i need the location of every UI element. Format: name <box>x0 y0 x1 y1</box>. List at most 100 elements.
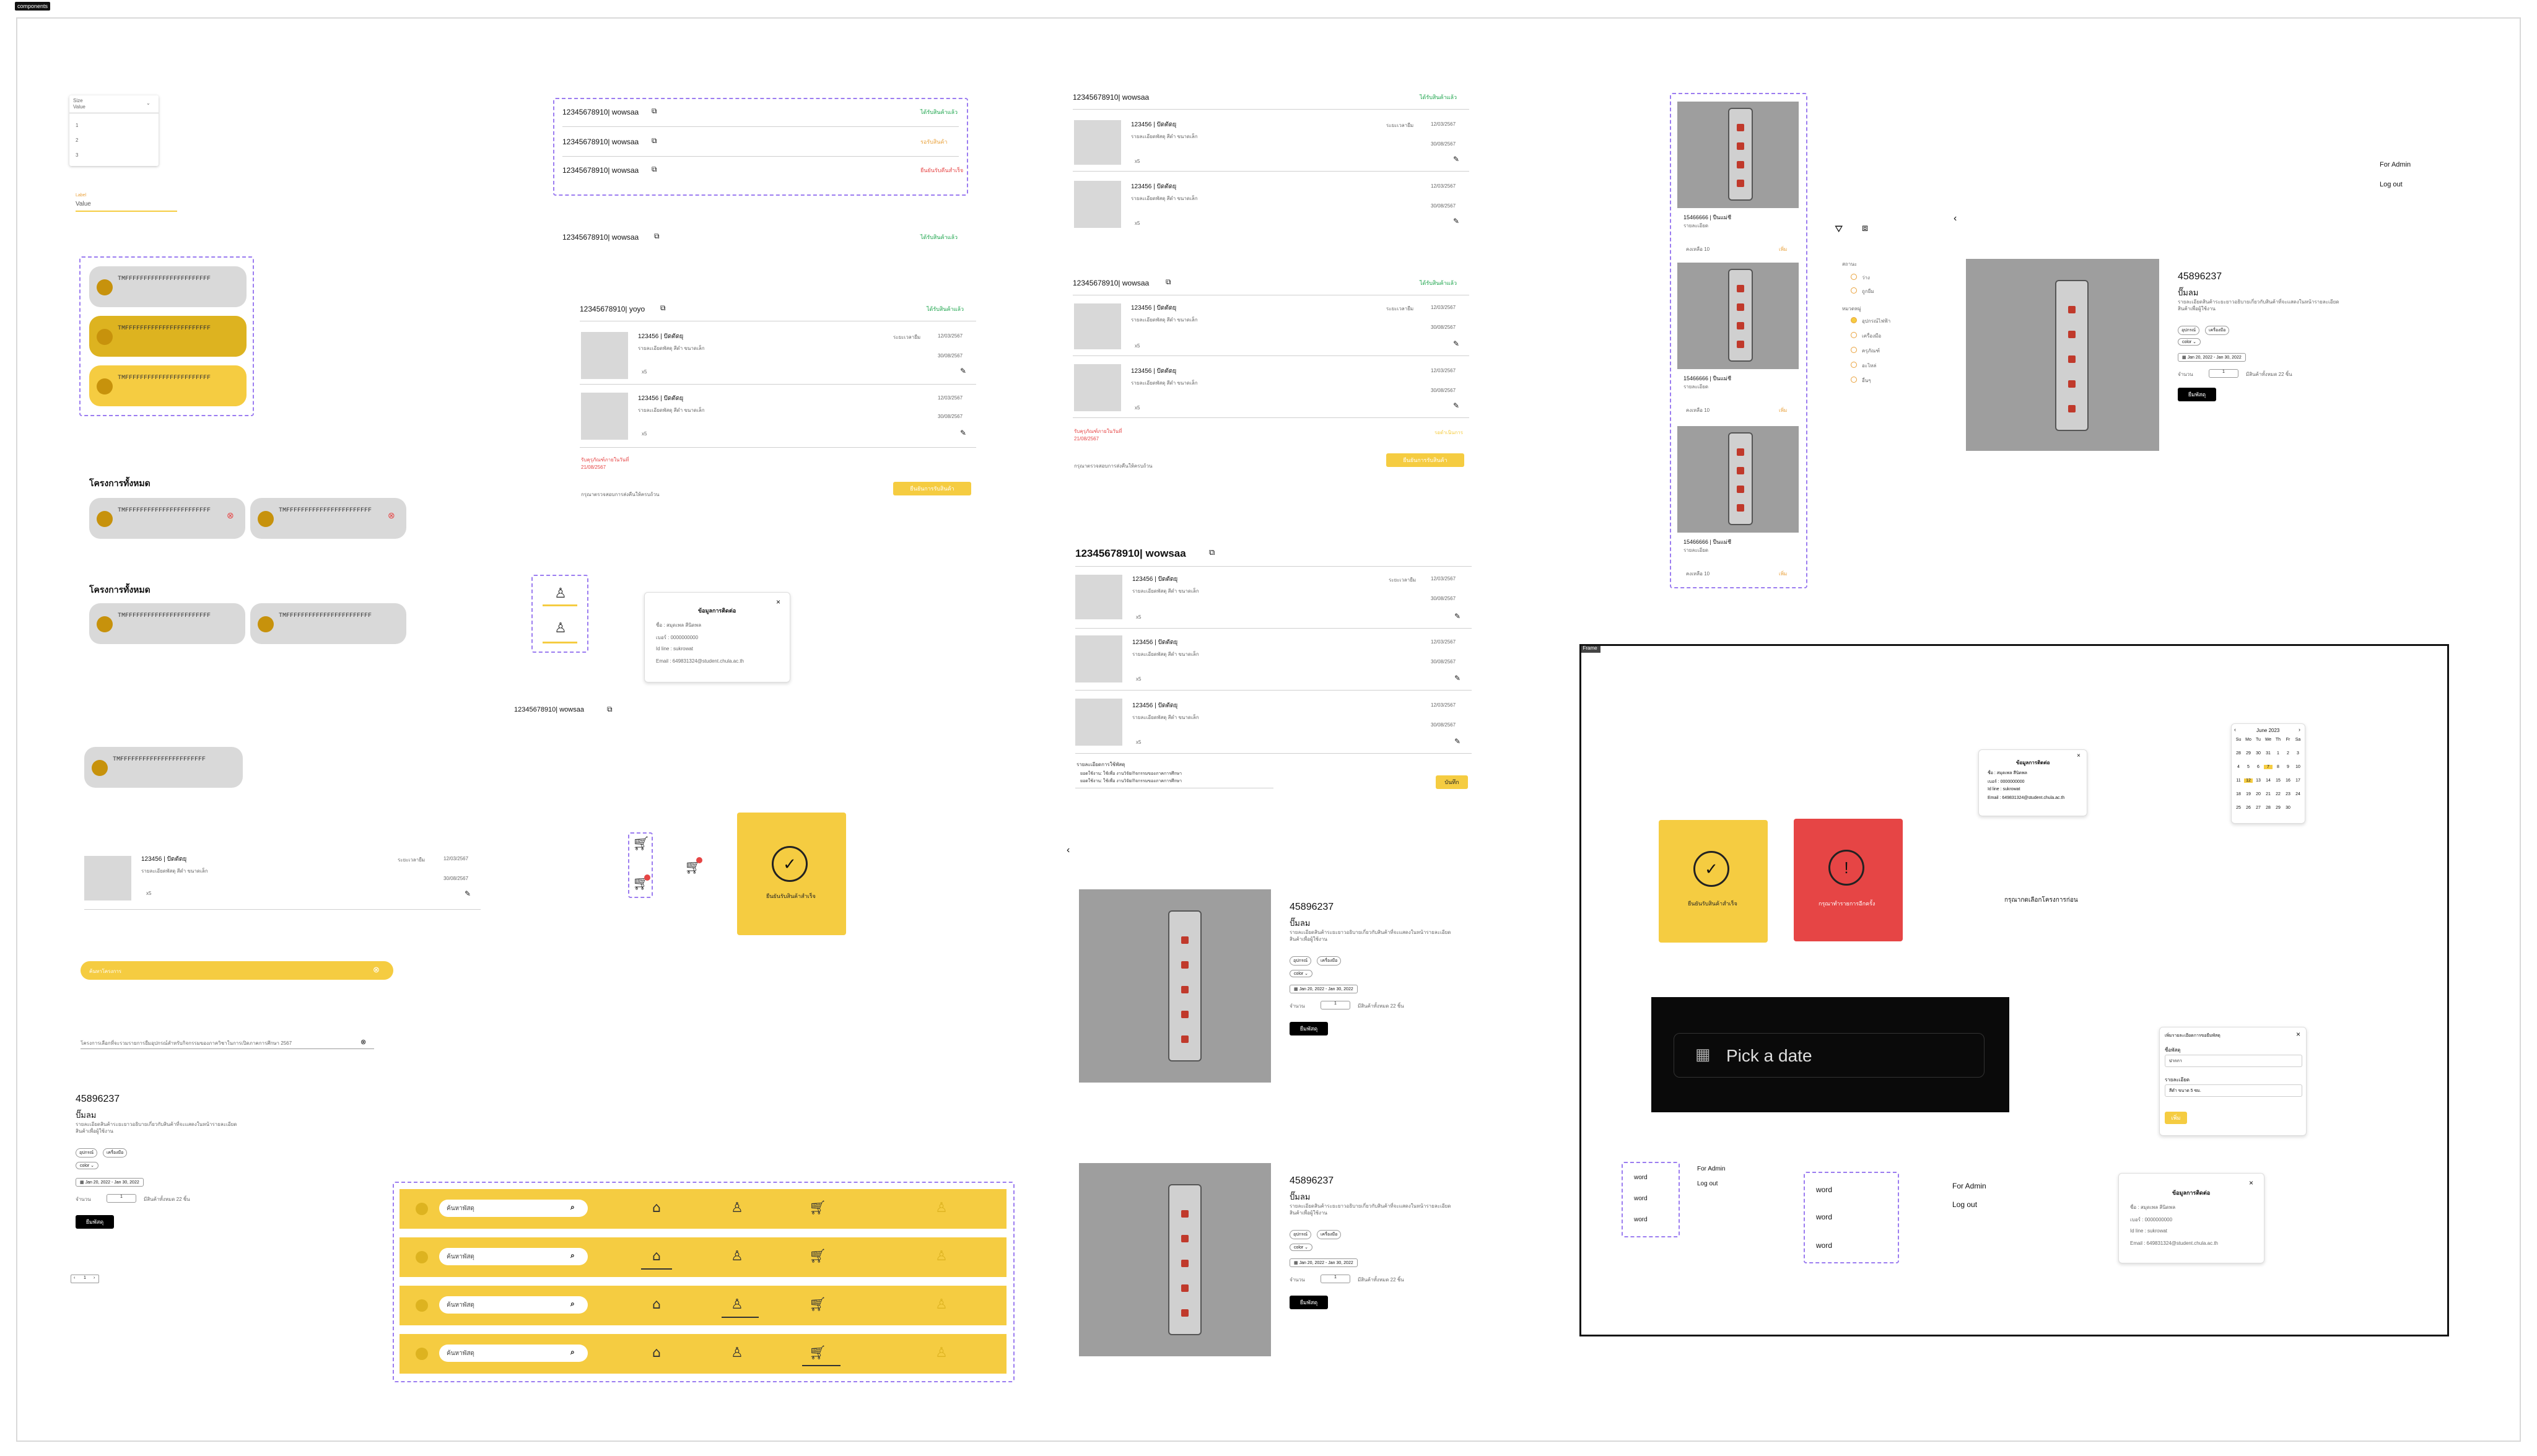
edit-icon[interactable]: ✎ <box>1453 401 1459 410</box>
borrow-button[interactable]: ยืมพัสดุ <box>1290 1022 1328 1035</box>
color-select[interactable]: color ⌄ <box>1290 970 1312 977</box>
user-group-icon[interactable]: ♙ <box>932 1344 951 1362</box>
date-range-picker[interactable]: ▦ Jan 20, 2022 - Jan 30, 2022 <box>2178 353 2246 362</box>
date-range-picker[interactable]: ▦ Jan 20, 2022 - Jan 30, 2022 <box>1290 1258 1358 1267</box>
borrow-button[interactable]: ยืมพัสดุ <box>2178 388 2216 401</box>
word-item[interactable]: word <box>1816 1213 1832 1221</box>
calendar-day[interactable]: 31 <box>2264 751 2273 756</box>
calendar-day[interactable]: 2 <box>2284 751 2292 756</box>
project-pill[interactable]: TMFFFFFFFFFFFFFFFFFFFFFFF <box>250 603 406 644</box>
radio[interactable] <box>1851 362 1857 368</box>
home-icon[interactable]: ⌂ <box>647 1344 666 1362</box>
remove-icon[interactable]: ⊗ <box>388 510 395 521</box>
confirm-receive-button[interactable]: ยืนยันการรับสินค้า <box>1386 453 1464 467</box>
user-group-icon[interactable]: ♙ <box>932 1199 951 1218</box>
date-range-picker[interactable]: ▦ Jan 20, 2022 - Jan 30, 2022 <box>1290 985 1358 993</box>
menu-for-admin[interactable]: For Admin <box>1697 1166 1726 1172</box>
cart-icon[interactable]: 🛒︎ <box>808 1247 827 1266</box>
project-pill-removable[interactable]: TMFFFFFFFFFFFFFFFFFFFFFFF ⊗ <box>89 498 245 539</box>
close-circle-icon[interactable]: ⊗ <box>360 1038 366 1046</box>
cart-icon[interactable]: 🛒︎ <box>808 1344 827 1362</box>
close-icon[interactable]: × <box>2296 1030 2300 1039</box>
home-icon[interactable]: ⌂ <box>647 1296 666 1314</box>
menu-logout[interactable]: Log out <box>1952 1200 1977 1209</box>
edit-icon[interactable]: ✎ <box>960 367 966 375</box>
menu-logout[interactable]: Log out <box>2380 181 2403 188</box>
edit-icon[interactable]: ✎ <box>960 429 966 437</box>
search-input[interactable]: ค้นหาพัสดุ ⌕ <box>439 1345 588 1362</box>
product-grid-card[interactable]: 15466666 | ปืนแม่ชี รายละเอียด คงเหลือ 1… <box>1677 263 1801 417</box>
project-pill[interactable]: TMFFFFFFFFFFFFFFFFFFFFFFF <box>89 603 245 644</box>
calendar-day[interactable]: 18 <box>2234 792 2243 796</box>
menu-logout[interactable]: Log out <box>1697 1180 1718 1187</box>
add-button[interactable]: เพิ่ม <box>2165 1112 2187 1124</box>
user-group-icon[interactable]: ♙ <box>932 1296 951 1314</box>
calendar-day[interactable]: 28 <box>2234 751 2243 756</box>
grid-add-link[interactable]: เพิ่ม <box>1779 245 1787 253</box>
item-name-field[interactable]: ปากกา <box>2165 1055 2302 1067</box>
calendar-day[interactable]: 24 <box>2294 792 2302 796</box>
filter-icon[interactable]: ⛛ <box>1835 224 1843 235</box>
user-icon[interactable]: ♙ <box>551 619 570 638</box>
calendar-day[interactable]: 16 <box>2284 778 2292 783</box>
copy-icon[interactable]: ⧉ <box>654 232 660 241</box>
calendar-day[interactable]: 27 <box>2254 806 2263 810</box>
pagination[interactable]: ‹ 1 › <box>71 1275 99 1283</box>
search-input[interactable]: ค้นหาพัสดุ ⌕ <box>439 1296 588 1314</box>
calendar-day[interactable]: 11 <box>2234 778 2243 783</box>
calendar-day[interactable]: 3 <box>2294 751 2302 756</box>
edit-icon[interactable]: ✎ <box>1453 155 1459 163</box>
search-icon[interactable]: ⊗ <box>373 965 380 975</box>
search-input[interactable]: ค้นหาพัสดุ ⌕ <box>439 1248 588 1265</box>
calendar-day[interactable]: 29 <box>2244 751 2253 756</box>
calendar-day[interactable]: 10 <box>2294 765 2302 769</box>
search-input[interactable]: ค้นหาพัสดุ ⌕ <box>439 1200 588 1217</box>
user-icon[interactable]: ♙ <box>728 1296 746 1314</box>
date-range-picker[interactable]: ▦ Jan 20, 2022 - Jan 30, 2022 <box>76 1178 144 1187</box>
close-icon[interactable]: × <box>2077 752 2081 759</box>
user-icon[interactable]: ♙ <box>728 1247 746 1266</box>
confirm-receive-button[interactable]: ยืนยันการรับสินค้า <box>893 482 971 495</box>
order-header[interactable]: 12345678910| wowsaa ⧉ ยืนยันรับคืนสำเร็จ <box>562 163 963 180</box>
home-icon[interactable]: ⌂ <box>647 1247 666 1266</box>
edit-icon[interactable]: ✎ <box>1453 339 1459 348</box>
calendar-day[interactable]: 20 <box>2254 792 2263 796</box>
calendar-day[interactable]: 30 <box>2284 806 2292 810</box>
qty-stepper[interactable]: 1 <box>1321 1275 1350 1283</box>
next-page-button[interactable]: › <box>94 1276 95 1280</box>
calendar-day[interactable]: 13 <box>2254 778 2263 783</box>
calendar-day[interactable]: 30 <box>2254 751 2263 756</box>
copy-icon[interactable]: ⧉ <box>607 705 613 714</box>
order-header[interactable]: 12345678910| wowsaa ⧉ ได้รับสินค้าแล้ว <box>562 105 959 121</box>
copy-icon[interactable]: ⧉ <box>652 136 657 146</box>
grid-add-link[interactable]: เพิ่ม <box>1779 406 1787 414</box>
date-picker-input[interactable]: ▦ Pick a date <box>1674 1033 1985 1078</box>
cart-icon[interactable]: 🛒︎ <box>632 835 650 853</box>
back-chevron-icon[interactable]: ‹ <box>1954 213 1957 224</box>
item-detail-field[interactable]: สีดำ ขนาด 5 ซม. <box>2165 1084 2302 1097</box>
calendar-day[interactable]: 25 <box>2234 806 2243 810</box>
word-item[interactable]: word <box>1634 1216 1648 1223</box>
calendar-day[interactable]: 22 <box>2274 792 2282 796</box>
calendar-day[interactable]: 7 <box>2264 765 2273 769</box>
calendar-day[interactable]: 12 <box>2244 778 2253 783</box>
calendar-day[interactable]: 1 <box>2274 751 2282 756</box>
edit-icon[interactable]: ✎ <box>1453 217 1459 225</box>
order-header[interactable]: 12345678910| wowsaa ⧉ ได้รับสินค้าแล้ว <box>562 230 959 246</box>
dropdown-option[interactable]: 3 <box>76 152 78 158</box>
borrow-button[interactable]: ยืมพัสดุ <box>76 1215 114 1229</box>
back-chevron-icon[interactable]: ‹ <box>1067 845 1070 856</box>
calendar-day[interactable]: 29 <box>2274 806 2282 810</box>
project-pill-selected[interactable]: TMFFFFFFFFFFFFFFFFFFFFFFF <box>89 316 247 357</box>
copy-icon[interactable]: ⧉ <box>652 107 657 116</box>
product-grid-card[interactable]: 15466666 | ปืนแม่ชี รายละเอียด คงเหลือ 1… <box>1677 102 1801 256</box>
color-select[interactable]: color ⌄ <box>2178 338 2201 346</box>
project-pill[interactable]: TMFFFFFFFFFFFFFFFFFFFFFFF <box>84 747 243 788</box>
project-pill-removable[interactable]: TMFFFFFFFFFFFFFFFFFFFFFFF ⊗ <box>250 498 406 539</box>
dropdown-option[interactable]: 2 <box>76 137 78 143</box>
calendar-day[interactable]: 4 <box>2234 765 2243 769</box>
radio[interactable] <box>1851 377 1857 383</box>
qty-stepper[interactable]: 1 <box>107 1194 136 1203</box>
edit-icon[interactable]: ✎ <box>1454 737 1461 746</box>
color-select[interactable]: color ⌄ <box>76 1162 98 1169</box>
